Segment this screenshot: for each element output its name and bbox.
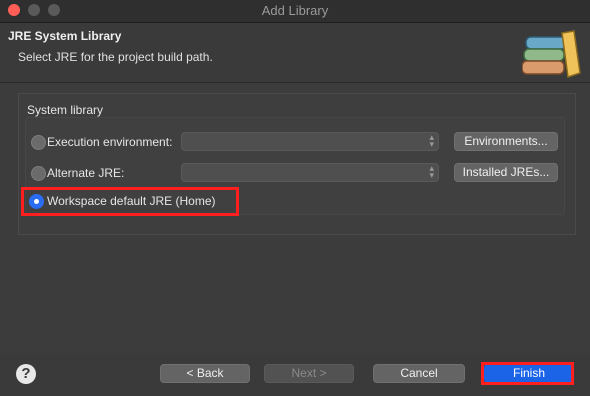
alternate-jre-select[interactable]: ▴ ▾ (181, 163, 439, 182)
question-icon[interactable]: ? (16, 364, 36, 384)
alternate-jre-label: Alternate JRE: (47, 166, 125, 180)
execution-environment-radio[interactable] (31, 135, 46, 150)
workspace-default-highlight (21, 187, 239, 216)
title-bar: Add Library (0, 0, 590, 23)
next-button[interactable]: Next > (264, 364, 354, 383)
page-description: Select JRE for the project build path. (18, 50, 213, 64)
select-arrows-icon: ▴ ▾ (429, 163, 434, 180)
wizard-content: System library Execution environment: ▴ ▾… (0, 83, 590, 353)
alternate-jre-radio[interactable] (31, 166, 46, 181)
back-button[interactable]: < Back (160, 364, 250, 383)
execution-environment-label: Execution environment: (47, 135, 173, 149)
finish-highlight (481, 362, 574, 385)
installed-jres-button[interactable]: Installed JREs... (454, 163, 558, 182)
environments-button[interactable]: Environments... (454, 132, 558, 151)
cancel-button[interactable]: Cancel (373, 364, 465, 383)
execution-environment-select[interactable]: ▴ ▾ (181, 132, 439, 151)
page-title: JRE System Library (8, 29, 122, 43)
library-books-icon (522, 30, 581, 78)
wizard-header: JRE System Library Select JRE for the pr… (0, 23, 590, 83)
wizard-footer: ? < Back Next > Cancel Finish (0, 353, 590, 396)
group-label: System library (27, 103, 104, 117)
select-arrows-icon: ▴ ▾ (429, 132, 434, 149)
window-title: Add Library (261, 3, 329, 18)
